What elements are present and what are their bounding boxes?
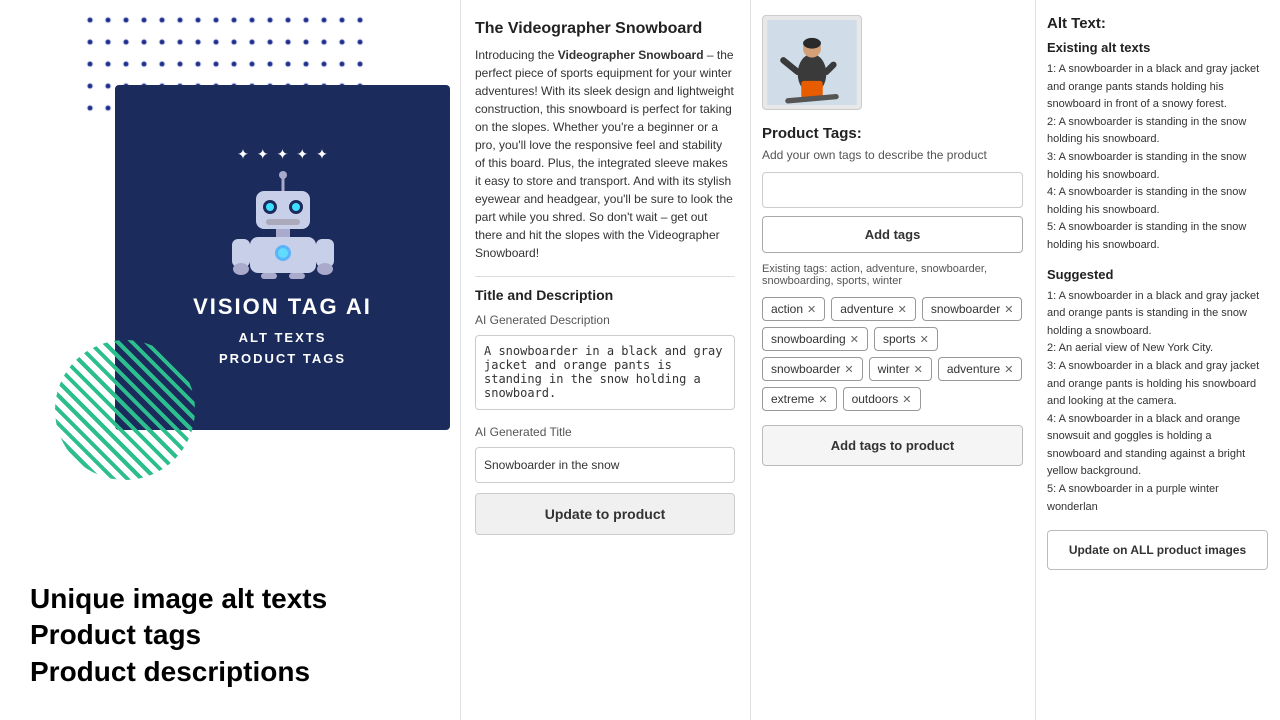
section-title-and-description: Title and Description xyxy=(475,276,735,303)
alt-existing-item: 2: A snowboarder is standing in the snow… xyxy=(1047,114,1268,149)
logo-subtitle-line1: ALT TEXTS xyxy=(239,330,327,345)
tag-label: outdoors xyxy=(852,392,899,406)
tag-label: snowboarder xyxy=(931,302,1000,316)
tag-remove-icon[interactable]: ✕ xyxy=(920,333,929,346)
alt-existing-item: 4: A snowboarder is standing in the snow… xyxy=(1047,184,1268,219)
product-desc-intro: Introducing the xyxy=(475,48,558,62)
ai-generated-desc-label: AI Generated Description xyxy=(475,313,735,327)
tag-remove-icon[interactable]: ✕ xyxy=(850,333,859,346)
logo-title: VISION TAG AI xyxy=(193,294,372,320)
product-description: Introducing the Videographer Snowboard –… xyxy=(475,46,735,262)
alt-suggested-item: 2: An aerial view of New York City. xyxy=(1047,340,1268,358)
tag-label: action xyxy=(771,302,803,316)
middle-panel: The Videographer Snowboard Introducing t… xyxy=(460,0,750,720)
tag-remove-icon[interactable]: ✕ xyxy=(1004,363,1013,376)
ai-generated-title-label: AI Generated Title xyxy=(475,425,735,439)
alt-existing-item: 1: A snowboarder in a black and gray jac… xyxy=(1047,61,1268,114)
ai-generated-desc-textarea[interactable]: A snowboarder in a black and gray jacket… xyxy=(475,335,735,410)
alt-suggested-list: 1: A snowboarder in a black and gray jac… xyxy=(1047,288,1268,517)
bottom-line-3: Product descriptions xyxy=(30,654,440,690)
logo-subtitle-line2: PRODUCT TAGS xyxy=(219,351,346,366)
alt-existing-item: 3: A snowboarder is standing in the snow… xyxy=(1047,149,1268,184)
tag-remove-icon[interactable]: ✕ xyxy=(818,393,827,406)
tag-remove-icon[interactable]: ✕ xyxy=(898,303,907,316)
robot-icon xyxy=(228,169,338,279)
logo-stars: ✦ ✦ ✦ ✦ ✦ xyxy=(237,146,328,163)
product-desc-rest: – the perfect piece of sports equipment … xyxy=(475,48,734,260)
product-title: The Videographer Snowboard xyxy=(475,20,735,38)
bottom-overlay-text: Unique image alt texts Product tags Prod… xyxy=(0,561,460,720)
alt-suggested-title: Suggested xyxy=(1047,267,1268,282)
add-tags-to-product-button[interactable]: Add tags to product xyxy=(762,425,1023,466)
green-circle-decoration xyxy=(55,340,195,480)
tag-label: extreme xyxy=(771,392,814,406)
alt-suggested-item: 1: A snowboarder in a black and gray jac… xyxy=(1047,288,1268,341)
existing-tags-text: Existing tags: action, adventure, snowbo… xyxy=(762,263,1023,287)
alt-text-panel: Alt Text: Existing alt texts 1: A snowbo… xyxy=(1035,0,1280,720)
product-desc-bold: Videographer Snowboard xyxy=(558,48,704,62)
tag-label: adventure xyxy=(840,302,893,316)
add-tags-button[interactable]: Add tags xyxy=(762,216,1023,253)
tag-winter[interactable]: winter ✕ xyxy=(869,357,932,381)
alt-text-title: Alt Text: xyxy=(1047,15,1268,32)
tag-input-field[interactable] xyxy=(762,172,1023,208)
alt-existing-title: Existing alt texts xyxy=(1047,40,1268,55)
product-image-thumbnail xyxy=(762,15,862,110)
tag-sports[interactable]: sports ✕ xyxy=(874,327,938,351)
tag-remove-icon[interactable]: ✕ xyxy=(807,303,816,316)
product-tags-desc: Add your own tags to describe the produc… xyxy=(762,148,1023,162)
tag-action[interactable]: action ✕ xyxy=(762,297,825,321)
tag-label: winter xyxy=(878,362,910,376)
left-panel: ✦ ✦ ✦ ✦ ✦ xyxy=(0,0,460,720)
product-tags-title: Product Tags: xyxy=(762,125,1023,142)
tag-label: snowboarder xyxy=(771,362,840,376)
tag-outdoors[interactable]: outdoors ✕ xyxy=(843,387,921,411)
tag-label: snowboarding xyxy=(771,332,846,346)
tag-snowboarder-1[interactable]: snowboarder ✕ xyxy=(922,297,1023,321)
star-icon: ✦ xyxy=(237,146,249,163)
bottom-line-2: Product tags xyxy=(30,617,440,653)
star-icon: ✦ xyxy=(316,146,328,163)
alt-suggested-item: 5: A snowboarder in a purple winter wond… xyxy=(1047,481,1268,516)
right-panel: Product Tags: Add your own tags to descr… xyxy=(750,0,1035,720)
tag-remove-icon[interactable]: ✕ xyxy=(1004,303,1013,316)
update-all-images-button[interactable]: Update on ALL product images xyxy=(1047,530,1268,570)
logo-subtitle: ALT TEXTS PRODUCT TAGS xyxy=(219,328,346,370)
star-icon: ✦ xyxy=(296,146,308,163)
alt-existing-item: 5: A snowboarder is standing in the snow… xyxy=(1047,219,1268,254)
tag-label: sports xyxy=(883,332,916,346)
tags-container: action ✕ adventure ✕ snowboarder ✕ snowb… xyxy=(762,297,1023,411)
tag-snowboarder-2[interactable]: snowboarder ✕ xyxy=(762,357,863,381)
star-icon: ✦ xyxy=(277,146,289,163)
tag-remove-icon[interactable]: ✕ xyxy=(844,363,853,376)
alt-suggested-item: 4: A snowboarder in a black and orange s… xyxy=(1047,411,1268,481)
alt-suggested-item: 3: A snowboarder in a black and gray jac… xyxy=(1047,358,1268,411)
star-icon: ✦ xyxy=(257,146,269,163)
tag-snowboarding[interactable]: snowboarding ✕ xyxy=(762,327,868,351)
tag-extreme[interactable]: extreme ✕ xyxy=(762,387,837,411)
tag-adventure[interactable]: adventure ✕ xyxy=(831,297,916,321)
tag-remove-icon[interactable]: ✕ xyxy=(914,363,923,376)
bottom-line-1: Unique image alt texts xyxy=(30,581,440,617)
ai-generated-title-input[interactable] xyxy=(475,447,735,483)
tag-adventure-2[interactable]: adventure ✕ xyxy=(938,357,1023,381)
tag-remove-icon[interactable]: ✕ xyxy=(902,393,911,406)
tag-label: adventure xyxy=(947,362,1000,376)
alt-existing-list: 1: A snowboarder in a black and gray jac… xyxy=(1047,61,1268,255)
update-to-product-button[interactable]: Update to product xyxy=(475,493,735,535)
